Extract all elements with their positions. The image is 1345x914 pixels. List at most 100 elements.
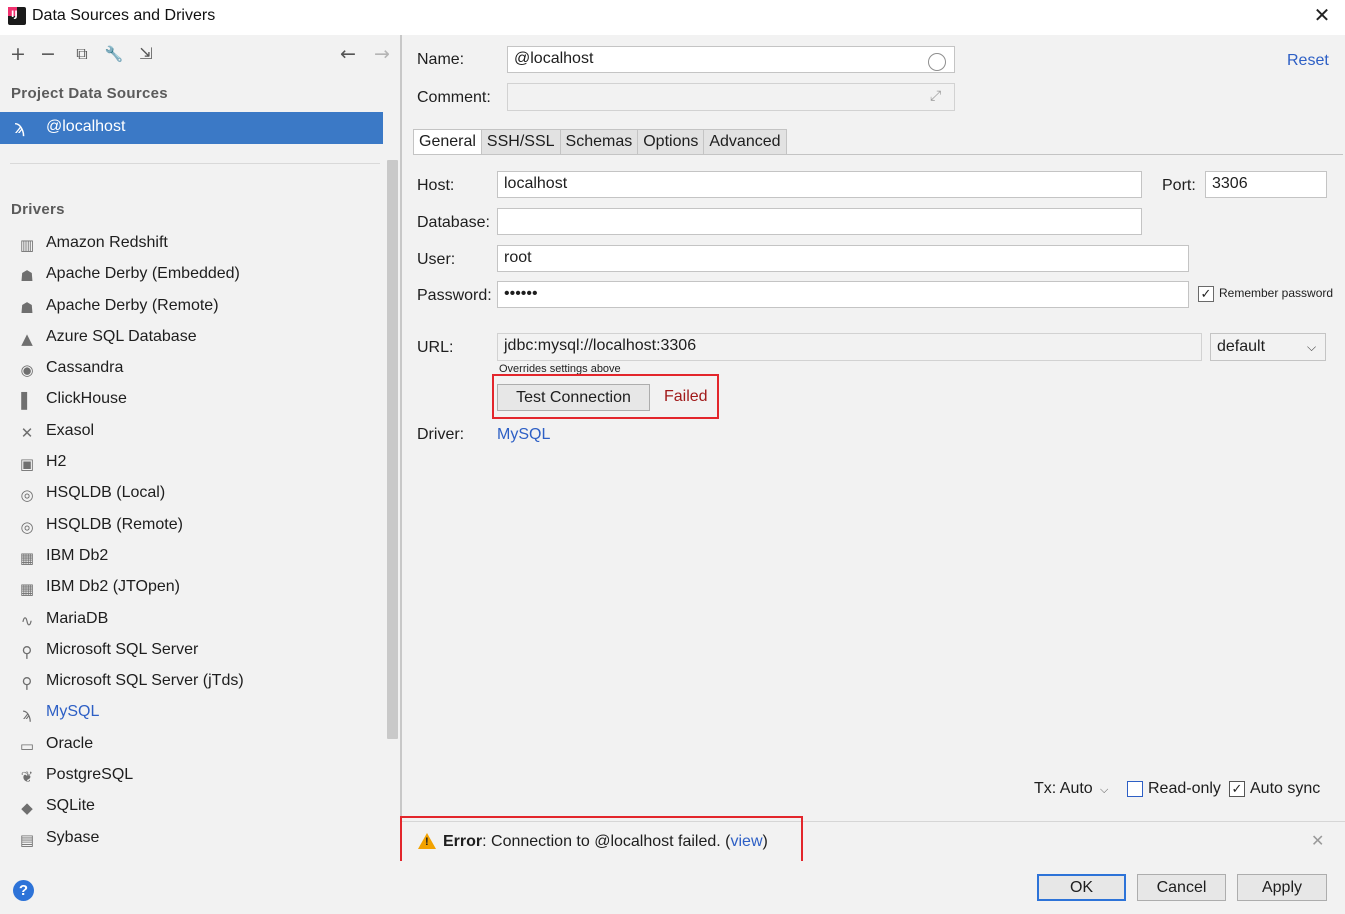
driver-item[interactable]: ϡ MySQL xyxy=(0,698,385,729)
apply-button[interactable]: Apply xyxy=(1237,874,1327,901)
test-connection-button[interactable]: Test Connection xyxy=(497,384,650,411)
driver-item[interactable]: ▦ IBM Db2 (JTOpen) xyxy=(0,573,385,604)
back-arrow-icon[interactable]: ← xyxy=(338,44,358,64)
warning-mark: ! xyxy=(425,836,429,848)
project-data-sources-heading: Project Data Sources xyxy=(11,85,168,102)
user-label: User: xyxy=(417,251,456,268)
divider xyxy=(10,163,380,164)
data-source-label: @localhost xyxy=(46,118,126,135)
tab-schemas[interactable]: Schemas xyxy=(560,129,639,155)
cassandra-eye-icon: ◉ xyxy=(20,361,34,380)
sqlite-icon: ◆ xyxy=(21,799,33,818)
name-input[interactable]: @localhost xyxy=(507,46,955,73)
host-input[interactable]: localhost xyxy=(497,171,1142,198)
driver-label: Microsoft SQL Server xyxy=(46,640,199,658)
url-mode-value: default xyxy=(1217,338,1266,355)
derby-hat-icon: ☗ xyxy=(20,267,34,286)
tab-ssh-ssl[interactable]: SSH/SSL xyxy=(481,129,561,155)
driver-label: Apache Derby (Remote) xyxy=(46,296,219,314)
drivers-heading: Drivers xyxy=(11,201,65,218)
driver-label: MariaDB xyxy=(46,609,109,627)
comment-input[interactable] xyxy=(507,83,955,111)
driver-label: Cassandra xyxy=(46,359,124,377)
auto-sync-checkbox[interactable]: ✓ xyxy=(1229,781,1245,797)
tx-mode-dropdown[interactable]: Tx: Auto xyxy=(1034,780,1093,798)
driver-item[interactable]: ∿ MariaDB xyxy=(0,605,385,636)
driver-item[interactable]: ◎ HSQLDB (Remote) xyxy=(0,511,385,542)
database-input[interactable] xyxy=(497,208,1142,235)
port-input[interactable]: 3306 xyxy=(1205,171,1327,198)
mysql-dolphin-icon: ϡ xyxy=(14,117,26,138)
read-only-label: Read-only xyxy=(1148,780,1221,797)
url-input[interactable]: jdbc:mysql://localhost:3306 xyxy=(497,333,1202,361)
driver-item[interactable]: ◉ Cassandra xyxy=(0,354,385,385)
duplicate-icon[interactable]: ⧉ xyxy=(72,44,92,64)
driver-label: SQLite xyxy=(46,797,95,815)
driver-item[interactable]: ◎ HSQLDB (Local) xyxy=(0,479,385,510)
tab-advanced[interactable]: Advanced xyxy=(704,129,787,155)
driver-item[interactable]: ▭ Oracle xyxy=(0,730,385,761)
read-only-checkbox[interactable] xyxy=(1127,781,1143,797)
driver-item[interactable]: ✕ Exasol xyxy=(0,417,385,448)
driver-item[interactable]: ⚲ Microsoft SQL Server xyxy=(0,636,385,667)
remember-password-checkbox[interactable]: ✓ xyxy=(1198,286,1214,302)
data-source-item-localhost[interactable]: ϡ @localhost xyxy=(0,112,383,144)
driver-label: Driver: xyxy=(417,426,465,443)
driver-label: HSQLDB (Local) xyxy=(46,484,166,502)
sqlserver-icon: ⚲ xyxy=(21,642,33,661)
clickhouse-icon: ▌ xyxy=(21,392,33,411)
tab-general[interactable]: General xyxy=(413,129,482,155)
driver-item[interactable]: ▲ Azure SQL Database xyxy=(0,323,385,354)
wrench-icon[interactable]: 🔧 xyxy=(104,44,124,64)
driver-label: ClickHouse xyxy=(46,390,127,408)
tab-underline xyxy=(413,154,1343,155)
import-icon[interactable]: ⇲ xyxy=(136,44,156,64)
test-status: Failed xyxy=(664,388,708,405)
driver-label: HSQLDB (Remote) xyxy=(46,515,183,533)
driver-item[interactable]: ▥ Amazon Redshift xyxy=(0,229,385,260)
expand-icon[interactable]: ⤢ xyxy=(930,88,941,104)
tab-options[interactable]: Options xyxy=(638,129,705,155)
driver-label: IBM Db2 (JTOpen) xyxy=(46,578,180,596)
auto-sync-label: Auto sync xyxy=(1250,780,1321,797)
driver-item[interactable]: ▣ H2 xyxy=(0,448,385,479)
h2-icon: ▣ xyxy=(19,455,35,474)
sybase-icon: ▤ xyxy=(19,830,35,849)
driver-label: Apache Derby (Embedded) xyxy=(46,265,240,283)
password-input[interactable]: •••••• xyxy=(497,281,1189,308)
postgresql-elephant-icon: ❦ xyxy=(20,768,34,787)
driver-item[interactable]: ❦ PostgreSQL xyxy=(0,761,385,792)
error-message: Error: Connection to @localhost failed. … xyxy=(443,833,768,851)
error-view-link[interactable]: view xyxy=(731,833,763,850)
exasol-icon: ✕ xyxy=(20,423,34,442)
chevron-down-icon: ⌵ xyxy=(1307,340,1317,354)
help-icon[interactable]: ? xyxy=(13,880,34,901)
driver-item[interactable]: ⚲ Microsoft SQL Server (jTds) xyxy=(0,667,385,698)
name-label: Name: xyxy=(417,51,465,68)
reset-link[interactable]: Reset xyxy=(1287,52,1329,70)
remove-icon[interactable]: − xyxy=(38,44,58,64)
color-circle-icon[interactable] xyxy=(928,53,946,71)
driver-item[interactable]: ☗ Apache Derby (Embedded) xyxy=(0,260,385,291)
driver-item[interactable]: ☗ Apache Derby (Remote) xyxy=(0,292,385,323)
add-icon[interactable]: + xyxy=(8,44,28,64)
database-label: Database: xyxy=(417,214,490,231)
driver-item[interactable]: ▤ Sybase xyxy=(0,824,385,855)
intellij-app-icon xyxy=(8,7,26,25)
driver-item[interactable]: ▌ ClickHouse xyxy=(0,385,385,416)
cancel-button[interactable]: Cancel xyxy=(1137,874,1226,901)
ok-button[interactable]: OK xyxy=(1037,874,1126,901)
password-label: Password: xyxy=(417,287,492,304)
driver-label: H2 xyxy=(46,453,67,471)
hsqldb-icon: ◎ xyxy=(20,486,34,505)
close-window-button[interactable]: ✕ xyxy=(1310,4,1334,28)
driver-item[interactable]: ▦ IBM Db2 xyxy=(0,542,385,573)
sqlserver-icon: ⚲ xyxy=(21,674,33,693)
left-scrollbar[interactable] xyxy=(387,160,398,739)
user-input[interactable]: root xyxy=(497,245,1189,272)
driver-link[interactable]: MySQL xyxy=(497,426,550,444)
forward-arrow-icon[interactable]: → xyxy=(372,44,392,64)
oracle-icon: ▭ xyxy=(19,736,35,755)
driver-item[interactable]: ◆ SQLite xyxy=(0,792,385,823)
close-icon[interactable]: ✕ xyxy=(1311,831,1324,850)
